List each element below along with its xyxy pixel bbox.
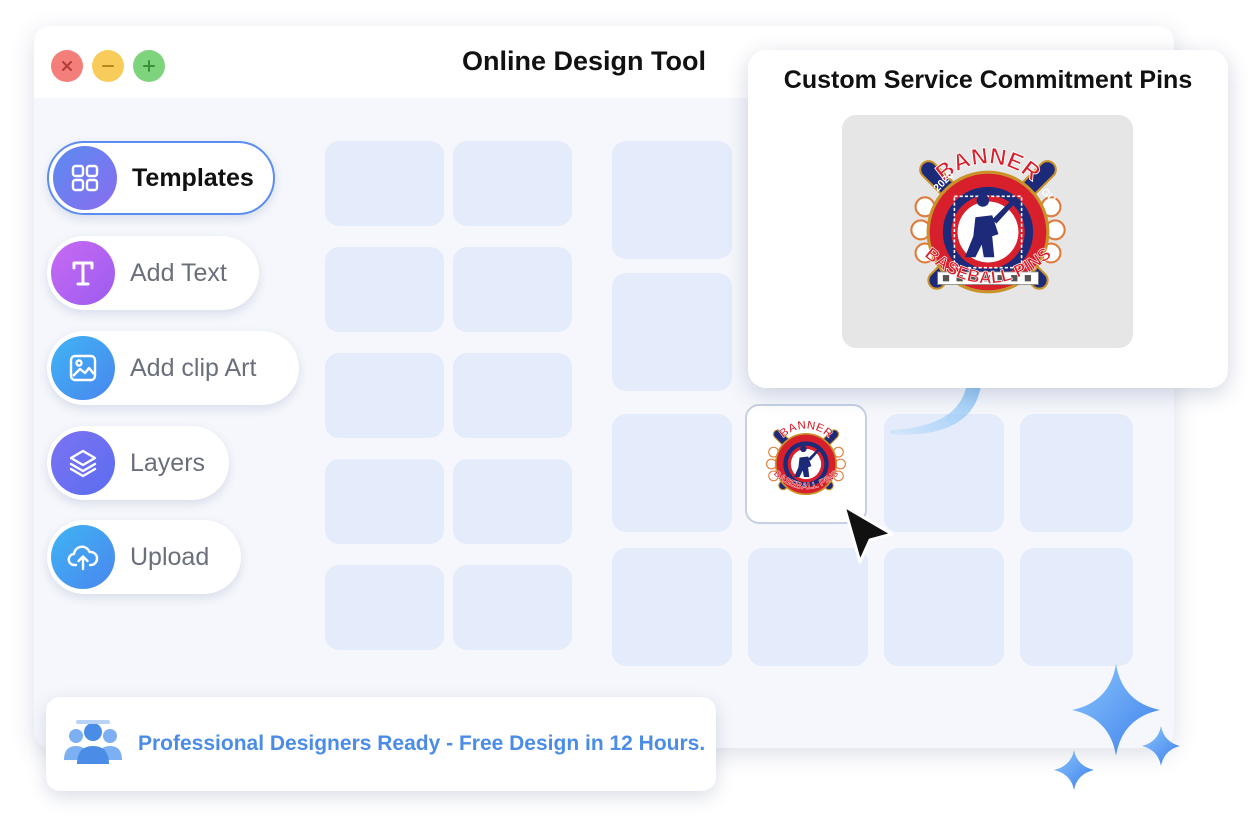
banner-text: Professional Designers Ready - Free Desi… (138, 732, 706, 755)
maximize-icon (143, 60, 155, 72)
sidebar-item-add-text[interactable]: Add Text (47, 236, 259, 310)
window-title: Online Design Tool (461, 46, 706, 76)
sparkle-icon (1054, 664, 1180, 790)
text-icon (51, 241, 115, 305)
minimize-button[interactable] (92, 50, 124, 82)
template-tile[interactable] (453, 247, 572, 332)
image-icon (51, 336, 115, 400)
template-tile[interactable] (453, 353, 572, 438)
template-tile[interactable] (612, 548, 732, 666)
sidebar-item-templates[interactable]: Templates (47, 141, 275, 215)
maximize-button[interactable] (133, 50, 165, 82)
close-icon (62, 61, 72, 71)
template-tile[interactable] (884, 548, 1004, 666)
sidebar-item-label: Add clip Art (130, 353, 257, 382)
template-tile[interactable] (325, 459, 444, 544)
grid-icon (53, 146, 117, 210)
sidebar-item-label: Upload (130, 542, 210, 571)
sidebar-item-label: Add Text (130, 258, 227, 287)
template-tile[interactable] (453, 141, 572, 226)
designer-banner: Professional Designers Ready - Free Desi… (46, 697, 716, 791)
template-tile[interactable] (453, 565, 572, 650)
layers-icon (51, 431, 115, 495)
template-tile[interactable] (325, 247, 444, 332)
template-tile[interactable] (612, 414, 732, 532)
mouse-cursor-icon (842, 504, 894, 564)
sidebar-item-label: Layers (130, 448, 206, 477)
template-tile[interactable] (325, 141, 444, 226)
template-tile[interactable] (325, 565, 444, 650)
template-tile[interactable] (1020, 414, 1133, 532)
sidebar-item-add-clip-art[interactable]: Add clip Art (47, 331, 299, 405)
template-tile[interactable] (612, 141, 732, 259)
designers-group-icon (64, 720, 122, 764)
close-button[interactable] (51, 50, 83, 82)
cloud-upload-icon (51, 525, 115, 589)
template-tile[interactable] (325, 353, 444, 438)
template-tile[interactable] (612, 273, 732, 391)
pin-preview-canvas: BANNER BASEBALL PINS 2020 GU (842, 115, 1133, 348)
baseball-pin-preview: BANNER BASEBALL PINS 2020 GU (909, 141, 1066, 293)
pin-preview-popup: Custom Service Commitment Pins BANNER BA… (748, 50, 1228, 388)
template-tile[interactable] (1020, 548, 1133, 666)
sidebar-item-upload[interactable]: Upload (47, 520, 241, 594)
sidebar-item-layers[interactable]: Layers (47, 426, 229, 500)
popup-title: Custom Service Commitment Pins (783, 66, 1193, 94)
minimize-icon (102, 65, 114, 67)
template-tile[interactable] (453, 459, 572, 544)
sidebar-item-label: Templates (132, 163, 254, 192)
